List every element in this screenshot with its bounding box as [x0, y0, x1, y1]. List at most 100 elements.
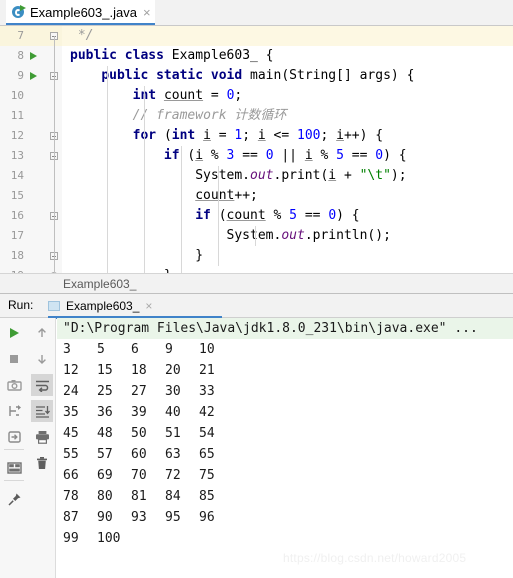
code-token-plain: ) {	[336, 208, 360, 223]
code-token-plain: Example603_ {	[171, 48, 274, 63]
code-token-num: 5	[336, 148, 344, 163]
code-token-kw: public class	[70, 48, 172, 63]
code-token-kw: int	[132, 88, 164, 103]
run-tool-window[interactable]: Run: Example603_ × "D:\Program Files\Jav…	[0, 294, 513, 578]
gutter-line[interactable]: 17	[0, 226, 62, 246]
gutter-line[interactable]: 15	[0, 186, 62, 206]
console-output-value: 100	[97, 531, 121, 546]
code-token-kw: for	[132, 128, 164, 143]
code-token-str: "\t"	[359, 168, 391, 183]
console-output-value: 57	[97, 447, 113, 462]
code-line: System.out.print(i + "\t");	[62, 166, 406, 186]
code-token-plain: ;	[320, 128, 337, 143]
gutter-line[interactable]: 9	[0, 66, 62, 86]
console-output-value: 9	[165, 342, 173, 357]
up-the-stack-button[interactable]	[31, 322, 53, 344]
scroll-to-end-icon	[35, 405, 50, 418]
gutter-line[interactable]: 12	[0, 126, 62, 146]
close-icon[interactable]: ×	[143, 6, 151, 19]
console-output-value: 99	[63, 531, 79, 546]
gutter-line[interactable]: 13	[0, 146, 62, 166]
trash-icon	[35, 456, 49, 470]
run-gutter-icon[interactable]	[30, 52, 37, 60]
gutter-line[interactable]: 19	[0, 266, 62, 273]
code-token-plain: ==	[297, 208, 329, 223]
stop-button[interactable]	[3, 348, 25, 370]
soft-wrap-icon	[35, 379, 50, 392]
gutter-line[interactable]: 8	[0, 46, 62, 66]
run-toolbar-left[interactable]	[0, 318, 28, 578]
code-token-fld: out	[281, 228, 305, 243]
gutter-line[interactable]: 7	[0, 26, 62, 46]
gutter-line[interactable]: 10	[0, 86, 62, 106]
gutter-line[interactable]: 18	[0, 246, 62, 266]
thread-dump-button[interactable]	[3, 400, 25, 422]
gutter-line[interactable]: 11	[0, 106, 62, 126]
java-class-runnable-icon	[12, 5, 26, 19]
clear-all-button[interactable]	[31, 452, 53, 474]
editor-gutter[interactable]: 7 8 9 10 11 12 13 14 15 16 17 18 19	[0, 26, 62, 273]
code-token-plain: %	[265, 208, 290, 223]
play-icon	[7, 326, 21, 340]
code-token-num: 0	[328, 208, 337, 223]
console-window-icon	[48, 301, 60, 311]
editor-code-area[interactable]: */ public class Example603_ { public stat…	[62, 26, 513, 273]
close-icon[interactable]: ×	[145, 299, 152, 313]
screenshot-button[interactable]	[3, 374, 25, 396]
code-token-plain: ++) {	[343, 128, 384, 143]
console-output-value: 93	[131, 510, 147, 525]
indent-guide	[255, 226, 256, 246]
console-output-value: 84	[165, 489, 181, 504]
code-token-var: i	[257, 128, 266, 143]
code-line: }	[62, 266, 172, 273]
gutter-line[interactable]: 16	[0, 206, 62, 226]
pin-tab-button[interactable]	[3, 488, 25, 510]
run-gutter-icon[interactable]	[30, 72, 37, 80]
console-output-value: 5	[97, 342, 105, 357]
resume-arrow-icon	[7, 430, 22, 444]
code-token-plain: .println();	[304, 228, 391, 243]
code-token-plain: System.	[70, 228, 282, 243]
resume-program-button[interactable]	[3, 426, 25, 448]
printer-icon	[35, 430, 50, 444]
indent-guide	[144, 86, 145, 273]
tab-active-underline	[6, 23, 155, 25]
code-token-var: i	[328, 168, 337, 183]
console-output-value: 25	[97, 384, 113, 399]
fold-region-line	[54, 36, 55, 273]
code-line: if (i % 3 == 0 || i % 5 == 0) {	[62, 146, 407, 166]
rerun-button[interactable]	[3, 322, 25, 344]
breadcrumb-item-class[interactable]: Example603_	[63, 277, 136, 291]
run-toolbar-right[interactable]	[28, 318, 56, 578]
code-token-plain: ||	[273, 148, 305, 163]
watermark: https://blog.csdn.net/howard2005	[283, 551, 467, 565]
code-editor[interactable]: 7 8 9 10 11 12 13 14 15 16 17 18 19 */ public class E…	[0, 26, 513, 273]
line-number: 16	[10, 209, 24, 222]
code-token-var: count	[195, 188, 235, 203]
layout-button[interactable]	[3, 457, 25, 479]
soft-wrap-button[interactable]	[31, 374, 53, 396]
console-output-value: 10	[199, 342, 215, 357]
code-line: System.out.println();	[62, 226, 391, 246]
scroll-to-end-button[interactable]	[31, 400, 53, 422]
console-output-value: 33	[199, 384, 215, 399]
line-number: 12	[10, 129, 24, 142]
breadcrumb[interactable]: Example603_	[0, 273, 513, 294]
editor-tab-example603-java[interactable]: Example603_.java ×	[6, 0, 155, 25]
console-output[interactable]: "D:\Program Files\Java\jdk1.8.0_231\bin\…	[57, 318, 513, 578]
gutter-line[interactable]: 14	[0, 166, 62, 186]
caret-row-highlight	[62, 26, 513, 46]
console-command-line: "D:\Program Files\Java\jdk1.8.0_231\bin\…	[57, 318, 513, 339]
run-tab-label: Example603_	[66, 299, 140, 313]
run-tab-example603[interactable]: Example603_ ×	[48, 294, 152, 318]
console-output-value: 6	[131, 342, 139, 357]
down-the-stack-button[interactable]	[31, 348, 53, 370]
line-number: 15	[10, 189, 24, 202]
print-button[interactable]	[31, 426, 53, 448]
pin-icon	[7, 492, 22, 507]
